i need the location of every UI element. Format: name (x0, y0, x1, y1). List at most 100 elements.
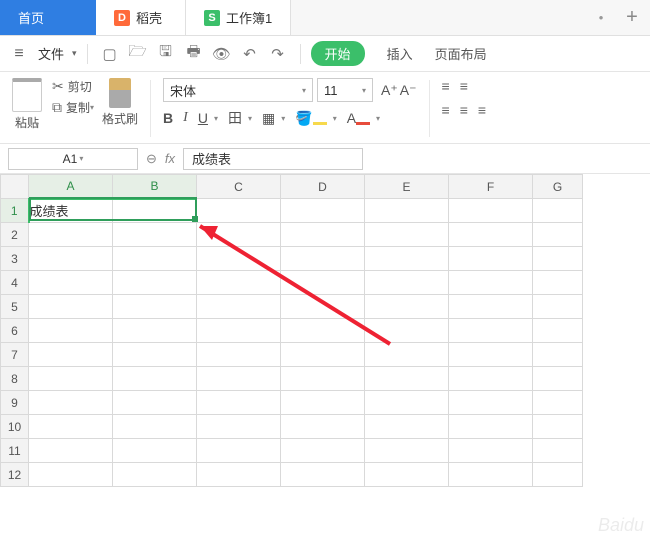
column-header[interactable]: G (533, 175, 583, 199)
page-layout-tab[interactable]: 页面布局 (435, 44, 487, 63)
align-middle-icon[interactable]: ≡ (460, 78, 468, 94)
new-file-icon[interactable]: ▢ (98, 42, 122, 66)
hamburger-icon[interactable]: ≡ (8, 45, 30, 63)
align-top-icon[interactable]: ≡ (442, 78, 450, 94)
cell[interactable] (533, 463, 583, 487)
formula-bar[interactable]: 成绩表 (183, 148, 363, 170)
cell[interactable] (365, 463, 449, 487)
cell[interactable] (29, 439, 113, 463)
cell[interactable] (533, 223, 583, 247)
print-preview-icon[interactable]: 👁 (210, 42, 234, 66)
open-folder-icon[interactable]: 🗁 (126, 42, 150, 66)
column-header[interactable]: D (281, 175, 365, 199)
redo-icon[interactable]: ↷ (266, 42, 290, 66)
cell[interactable] (197, 319, 281, 343)
cell[interactable] (29, 223, 113, 247)
cell[interactable] (365, 295, 449, 319)
cell[interactable] (281, 271, 365, 295)
column-header[interactable]: C (197, 175, 281, 199)
cell[interactable] (365, 199, 449, 223)
cell[interactable] (197, 415, 281, 439)
start-tab[interactable]: 开始 (311, 41, 365, 66)
tab-home[interactable]: 首页 (0, 0, 96, 35)
cell[interactable] (197, 391, 281, 415)
cell[interactable] (113, 199, 197, 223)
row-header[interactable]: 11 (1, 439, 29, 463)
file-menu[interactable]: 文件 (38, 44, 64, 63)
cell[interactable] (113, 343, 197, 367)
cell[interactable] (533, 391, 583, 415)
cell[interactable] (113, 367, 197, 391)
font-name-select[interactable]: 宋体▾ (163, 78, 313, 102)
cell[interactable] (113, 247, 197, 271)
cell[interactable] (281, 199, 365, 223)
cell[interactable] (449, 247, 533, 271)
cell[interactable] (365, 367, 449, 391)
cell[interactable] (113, 391, 197, 415)
tab-doc[interactable]: D 稻壳 (96, 0, 186, 35)
cell[interactable] (449, 463, 533, 487)
cell[interactable] (449, 391, 533, 415)
cell[interactable] (113, 439, 197, 463)
cell[interactable] (365, 271, 449, 295)
cell[interactable] (29, 367, 113, 391)
cell[interactable] (197, 199, 281, 223)
cell-style-button[interactable]: ▦ (262, 110, 275, 127)
tab-workbook[interactable]: S 工作簿1 (186, 0, 291, 35)
cell[interactable] (113, 415, 197, 439)
row-header[interactable]: 3 (1, 247, 29, 271)
cell[interactable] (29, 295, 113, 319)
cell[interactable] (449, 199, 533, 223)
cell[interactable] (281, 247, 365, 271)
row-header[interactable]: 7 (1, 343, 29, 367)
select-all-corner[interactable] (1, 175, 29, 199)
row-header[interactable]: 10 (1, 415, 29, 439)
cell[interactable] (197, 223, 281, 247)
cell[interactable] (449, 271, 533, 295)
cell[interactable] (113, 271, 197, 295)
cell[interactable] (281, 463, 365, 487)
cell[interactable] (29, 463, 113, 487)
increase-font-button[interactable]: A⁺ (381, 82, 398, 99)
cell[interactable] (365, 319, 449, 343)
cell[interactable] (281, 343, 365, 367)
align-right-icon[interactable]: ≡ (478, 102, 486, 118)
cell[interactable] (197, 247, 281, 271)
cell[interactable] (365, 247, 449, 271)
cell[interactable] (197, 439, 281, 463)
cell[interactable] (29, 391, 113, 415)
cell[interactable] (197, 367, 281, 391)
cell[interactable] (449, 319, 533, 343)
cell[interactable] (533, 247, 583, 271)
cell[interactable] (29, 271, 113, 295)
undo-icon[interactable]: ↶ (238, 42, 262, 66)
border-button[interactable]: 田 (228, 108, 242, 128)
save-icon[interactable]: 🖫 (154, 42, 178, 66)
cell[interactable] (449, 223, 533, 247)
cut-button[interactable]: ✂剪切 (52, 78, 94, 95)
cell[interactable] (281, 367, 365, 391)
italic-button[interactable]: I (183, 110, 188, 126)
column-header[interactable]: A (29, 175, 113, 199)
decrease-font-button[interactable]: A⁻ (400, 82, 417, 99)
cell[interactable] (533, 415, 583, 439)
row-header[interactable]: 9 (1, 391, 29, 415)
column-header[interactable]: F (449, 175, 533, 199)
cell[interactable] (281, 415, 365, 439)
cell[interactable] (29, 415, 113, 439)
cell[interactable] (113, 223, 197, 247)
row-header[interactable]: 1 (1, 199, 29, 223)
cell[interactable] (113, 295, 197, 319)
new-tab-button[interactable]: + (614, 0, 650, 35)
cell[interactable] (365, 439, 449, 463)
cell[interactable] (197, 295, 281, 319)
cell[interactable] (449, 415, 533, 439)
cell[interactable] (365, 343, 449, 367)
column-header[interactable]: E (365, 175, 449, 199)
fill-color-button[interactable]: 🪣 (295, 110, 326, 127)
cell[interactable] (365, 391, 449, 415)
cell[interactable] (533, 343, 583, 367)
cell[interactable] (281, 223, 365, 247)
cell-a1[interactable]: 成绩表 (29, 199, 113, 223)
cell[interactable] (113, 319, 197, 343)
